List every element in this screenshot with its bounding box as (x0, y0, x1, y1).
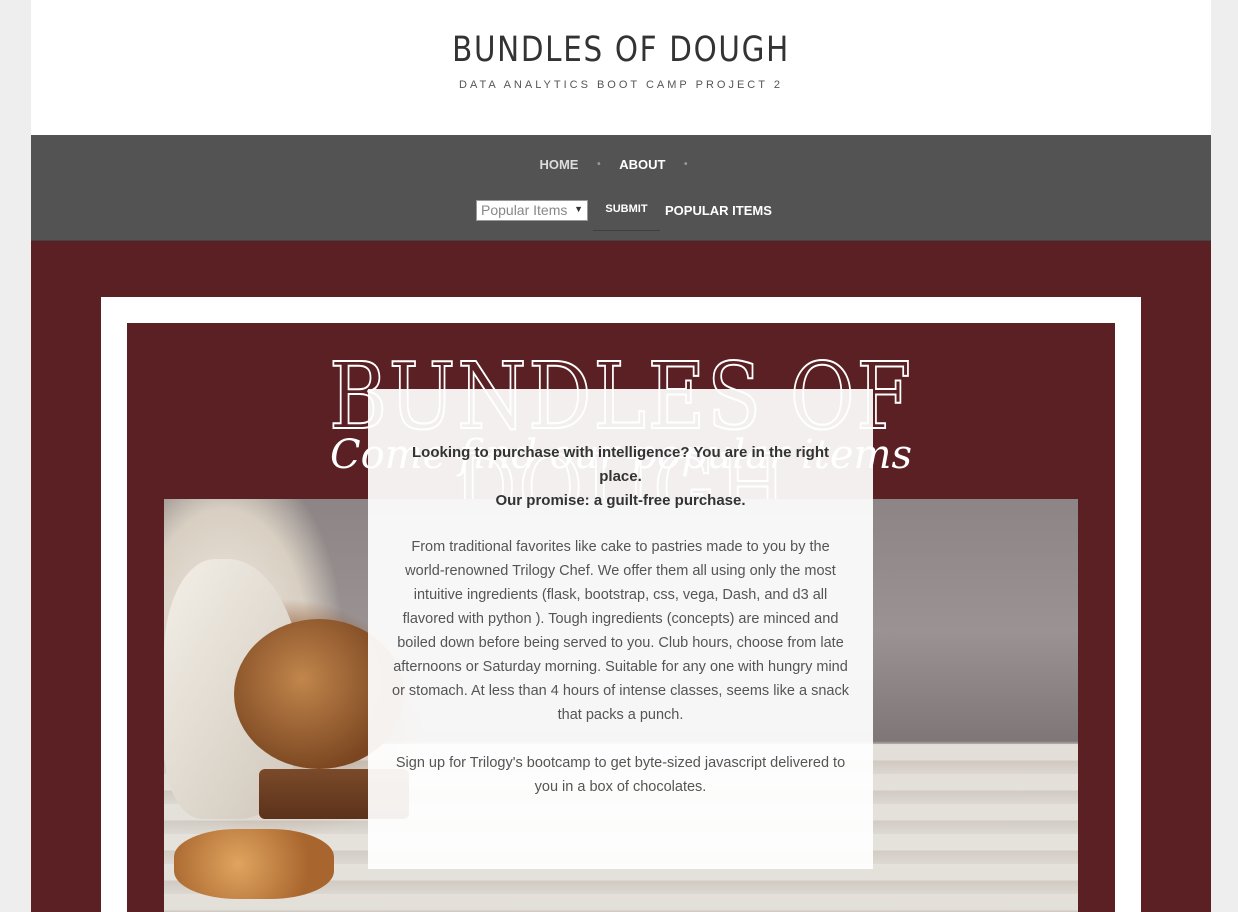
nav-link-about[interactable]: ABOUT (619, 157, 665, 172)
site-subtitle: DATA ANALYTICS BOOT CAMP PROJECT 2 (459, 79, 783, 91)
submit-button[interactable]: SUBMIT (593, 199, 660, 231)
nav-separator: • (684, 159, 688, 171)
site-title[interactable]: BUNDLES OF DOUGH (125, 30, 1116, 70)
nav-form: Popular Items ▼ SUBMIT POPULAR ITEMS (476, 197, 772, 231)
hero-section: BUNDLES OF DOUGH Come find our popular i… (31, 241, 1211, 912)
site-header: BUNDLES OF DOUGH DATA ANALYTICS BOOT CAM… (31, 0, 1211, 135)
about-card: Looking to purchase with intelligence? Y… (368, 389, 873, 869)
items-select[interactable]: Popular Items ▼ (476, 199, 588, 221)
popular-items-link[interactable]: POPULAR ITEMS (665, 203, 772, 218)
items-select-value: Popular Items (481, 202, 568, 218)
about-lead-line1: Looking to purchase with intelligence? Y… (412, 444, 829, 485)
about-lead-line2: Our promise: a guilt-free purchase. (495, 492, 746, 509)
about-body: From traditional favorites like cake to … (392, 539, 849, 723)
nav-links: HOME • ABOUT • (31, 156, 1211, 172)
nav-link-home[interactable]: HOME (539, 157, 578, 172)
about-lead: Looking to purchase with intelligence? Y… (390, 441, 851, 513)
photo-pretzels (174, 829, 334, 899)
nav-separator: • (597, 159, 601, 171)
navbar: HOME • ABOUT • Popular Items ▼ SUBMIT PO… (31, 135, 1211, 241)
dropdown-arrow-icon: ▼ (574, 203, 583, 214)
page: BUNDLES OF DOUGH DATA ANALYTICS BOOT CAM… (31, 0, 1211, 912)
about-signup: Sign up for Trilogy's bootcamp to get by… (395, 755, 846, 795)
